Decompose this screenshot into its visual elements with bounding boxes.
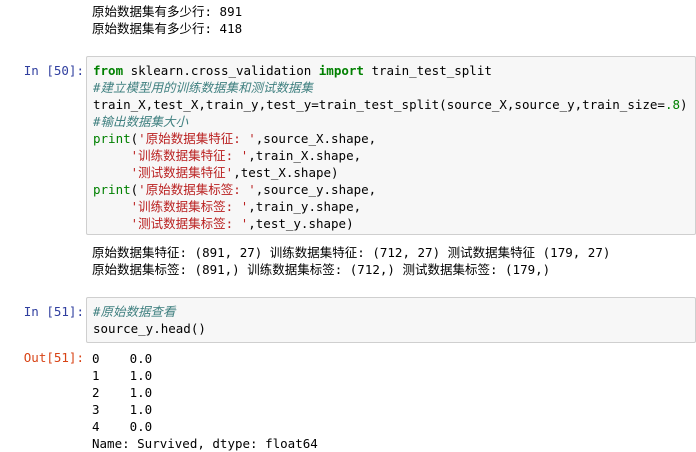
code-input-area[interactable]: #原始数据查看 source_y.head() — [86, 297, 696, 343]
output-line: 原始数据集有多少行: 418 — [92, 21, 243, 36]
code-comment: #原始数据查看 — [93, 304, 176, 319]
code-comment: #建立模型用的训练数据集和测试数据集 — [93, 80, 314, 95]
code-line-print-cont: '训练数据集标签: ',train_y.shape, — [130, 199, 362, 214]
output-line: 3 1.0 — [92, 402, 153, 417]
output-line: 2 1.0 — [92, 385, 153, 400]
code-line-print-cont: '测试数据集特征',test_X.shape) — [130, 165, 339, 180]
previous-cell-output: 原始数据集有多少行: 891 原始数据集有多少行: 418 — [92, 3, 242, 37]
output-line: 原始数据集特征: (891, 27) 训练数据集特征: (712, 27) 测试… — [92, 245, 611, 260]
code-line-import: from sklearn.cross_validation import tra… — [93, 63, 492, 78]
code-line-print: print('原始数据集特征: ',source_X.shape, — [93, 131, 377, 146]
code-line-print: print('原始数据集标签: ',source_y.shape, — [93, 182, 377, 197]
input-prompt: In [50]: — [23, 63, 84, 78]
output-line: 原始数据集有多少行: 891 — [92, 4, 243, 19]
output-line: 0 0.0 — [92, 351, 153, 366]
code-line-split: train_X,test_X,train_y,test_y=train_test… — [93, 97, 688, 112]
output-line: 1 1.0 — [92, 368, 153, 383]
output-line: Name: Survived, dtype: float64 — [92, 436, 318, 451]
output-line: 4 0.0 — [92, 419, 153, 434]
cell-output: 原始数据集特征: (891, 27) 训练数据集特征: (712, 27) 测试… — [92, 244, 610, 278]
code-input-area[interactable]: from sklearn.cross_validation import tra… — [86, 56, 696, 235]
code-line-print-cont: '测试数据集标签: ',test_y.shape) — [130, 216, 354, 231]
cell-output: 0 0.0 1 1.0 2 1.0 3 1.0 4 0.0 Name: Surv… — [92, 350, 318, 452]
output-line: 原始数据集标签: (891,) 训练数据集标签: (712,) 测试数据集标签:… — [92, 262, 551, 277]
output-prompt: Out[51]: — [23, 350, 84, 365]
code-comment: #输出数据集大小 — [93, 114, 189, 129]
code-line: source_y.head() — [93, 321, 206, 336]
input-prompt: In [51]: — [23, 304, 84, 319]
code-line-print-cont: '训练数据集特征: ',train_X.shape, — [130, 148, 362, 163]
